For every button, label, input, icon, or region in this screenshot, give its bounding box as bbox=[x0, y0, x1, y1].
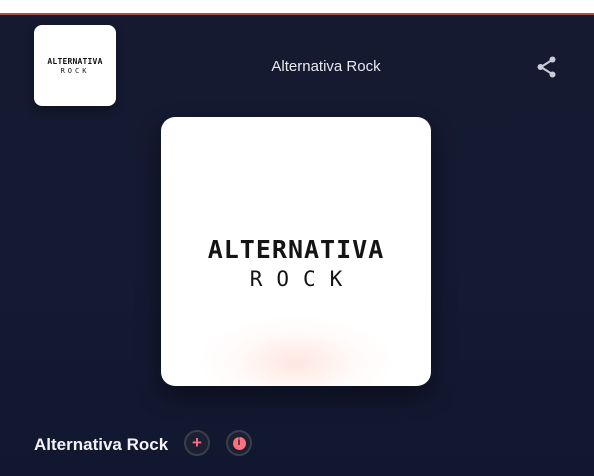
share-icon bbox=[537, 56, 556, 78]
now-playing-title: Alternativa Rock bbox=[34, 435, 169, 454]
station-logo-line1: ALTERNATIVA bbox=[47, 56, 103, 66]
station-logo-line2: ROCK bbox=[60, 66, 90, 75]
share-button[interactable] bbox=[533, 53, 561, 81]
station-title: Alternativa Rock bbox=[271, 58, 381, 75]
cover-text-line1: ALTERNATIVA bbox=[207, 235, 385, 264]
plus-icon: + bbox=[192, 433, 202, 452]
radio-player: ALTERNATIVA ROCK Alternativa Rock ALTERN… bbox=[0, 15, 594, 476]
cover-glow bbox=[201, 317, 391, 386]
info-button[interactable]: i bbox=[226, 430, 252, 456]
cover-art: ALTERNATIVA ROCK bbox=[161, 117, 431, 386]
add-favorite-button[interactable]: + bbox=[184, 430, 210, 456]
cover-text-line2: ROCK bbox=[249, 267, 357, 291]
top-border-strip bbox=[0, 0, 594, 15]
station-logo[interactable]: ALTERNATIVA ROCK bbox=[34, 25, 116, 106]
info-icon: i bbox=[232, 436, 246, 450]
